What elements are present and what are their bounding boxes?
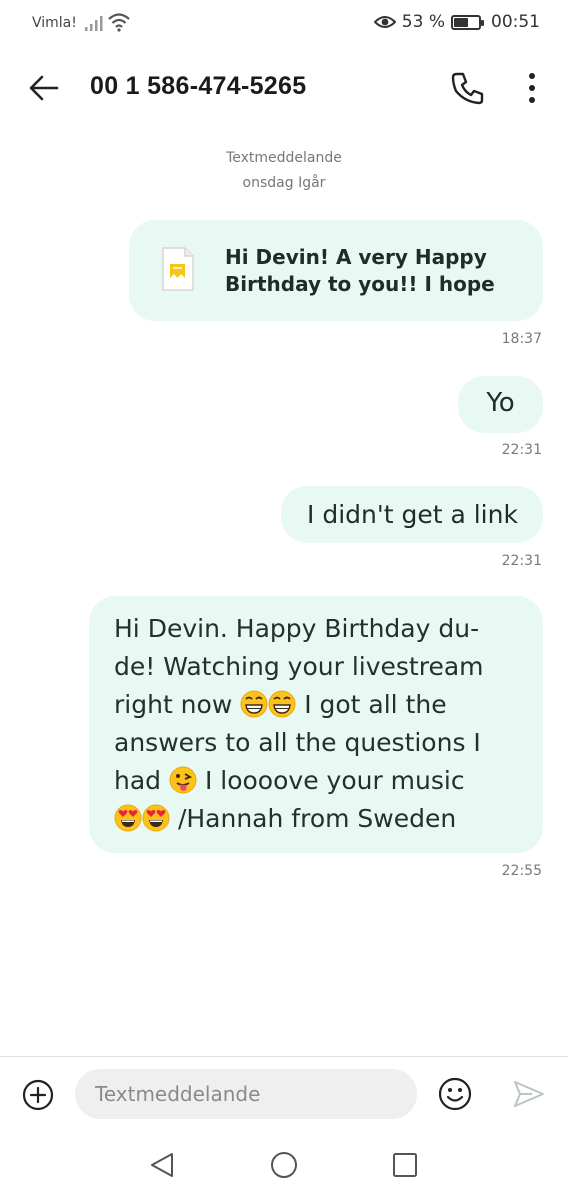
message-line: de! Watching your livestream bbox=[114, 652, 484, 681]
message-line: answers to all the questions I bbox=[114, 728, 481, 757]
message-text: Yo bbox=[486, 388, 515, 418]
wifi-icon bbox=[108, 13, 130, 32]
more-vertical-icon[interactable] bbox=[520, 68, 544, 108]
message-text: de! Watching your livestream bbox=[114, 652, 484, 681]
message-text: Hi Devin! A very Happy Birthday to you!!… bbox=[225, 245, 495, 296]
heart-eyes-face-icon bbox=[114, 804, 142, 832]
winking-tongue-face-icon bbox=[169, 766, 197, 794]
signal-icon bbox=[85, 16, 103, 31]
message-line: /Hannah from Sweden bbox=[114, 804, 456, 833]
message-text: I didn't get a link bbox=[307, 500, 518, 529]
conversation-header: 00 1 586-474-5265 bbox=[0, 48, 568, 128]
message-text: I got all the bbox=[304, 690, 447, 719]
message-line: right now I got all the bbox=[114, 690, 447, 719]
message-time: 18:37 bbox=[501, 331, 542, 347]
system-nav-bar bbox=[0, 1130, 568, 1200]
grinning-face-icon bbox=[268, 690, 296, 718]
carrier-name: Vimla! bbox=[32, 15, 77, 31]
message-bubble[interactable]: Hi Devin. Happy Birthday du- de! Watchin… bbox=[89, 596, 543, 853]
heart-eyes-face-icon bbox=[142, 804, 170, 832]
nav-back-icon[interactable] bbox=[148, 1150, 176, 1180]
back-arrow-icon[interactable] bbox=[26, 70, 62, 106]
date-label: onsdag Igår bbox=[242, 175, 326, 191]
nav-recents-icon[interactable] bbox=[392, 1152, 418, 1178]
message-time: 22:31 bbox=[501, 553, 542, 569]
message-bubble[interactable]: Yo bbox=[458, 376, 543, 433]
message-text: right now bbox=[114, 690, 233, 719]
channel-label: Textmeddelande bbox=[226, 150, 342, 166]
message-bubble[interactable]: Hi Devin! A very Happy Birthday to you!!… bbox=[129, 220, 543, 321]
nav-home-icon[interactable] bbox=[270, 1151, 298, 1179]
message-input[interactable] bbox=[75, 1069, 417, 1119]
message-bubble[interactable]: I didn't get a link bbox=[281, 486, 543, 543]
battery-percent: 53 % bbox=[401, 12, 445, 32]
smiley-icon[interactable] bbox=[438, 1077, 472, 1111]
message-text: /Hannah from Sweden bbox=[177, 804, 457, 833]
composer-divider bbox=[0, 1056, 568, 1057]
send-icon[interactable] bbox=[512, 1079, 546, 1109]
phone-icon[interactable] bbox=[448, 68, 488, 108]
grinning-face-icon bbox=[240, 690, 268, 718]
add-circle-icon[interactable] bbox=[22, 1079, 54, 1111]
status-bar: Vimla! 53 % 00:51 bbox=[0, 0, 568, 48]
message-time: 22:55 bbox=[501, 863, 542, 879]
message-text: Hi Devin. Happy Birthday du- bbox=[114, 614, 480, 643]
battery-fill bbox=[454, 17, 468, 27]
message-line: Hi Devin. Happy Birthday du- bbox=[114, 614, 479, 643]
message-text: answers to all the questions I bbox=[114, 728, 481, 757]
message-line: had I loooove your music bbox=[114, 766, 465, 795]
clock: 00:51 bbox=[491, 12, 540, 32]
battery-icon bbox=[451, 14, 484, 30]
message-text: had bbox=[114, 766, 162, 795]
message-text: I loooove your music bbox=[204, 766, 465, 795]
status-right: 53 % 00:51 bbox=[373, 12, 540, 32]
contact-number[interactable]: 00 1 586-474-5265 bbox=[90, 72, 306, 101]
message-time: 22:31 bbox=[501, 442, 542, 458]
eye-comfort-icon bbox=[373, 16, 396, 28]
document-icon bbox=[162, 247, 194, 291]
